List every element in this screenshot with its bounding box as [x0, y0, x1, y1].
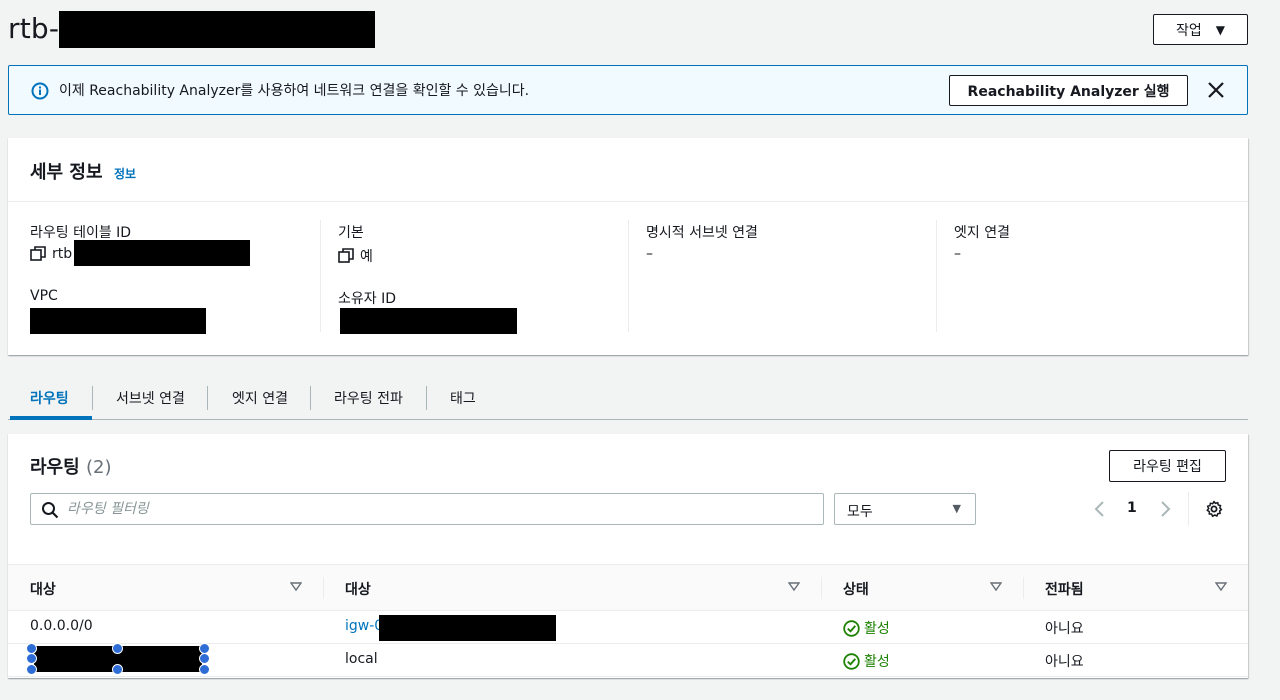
active-tab-indicator — [10, 416, 92, 420]
edit-routes-button[interactable]: 라우팅 편집 — [1109, 450, 1226, 482]
tab-tags[interactable]: 태그 — [450, 388, 476, 408]
column-header-status[interactable]: 상태 — [843, 579, 869, 599]
resize-handle[interactable] — [199, 664, 210, 675]
info-link[interactable]: 정보 — [114, 165, 136, 182]
sort-icon[interactable] — [990, 582, 1002, 592]
resize-handle[interactable] — [26, 653, 37, 664]
sort-icon[interactable] — [290, 582, 302, 592]
vpc-label: VPC — [30, 288, 58, 304]
route-status: 활성 — [843, 618, 890, 638]
tab-routes[interactable]: 라우팅 — [30, 388, 69, 408]
route-target-link[interactable]: igw-0 — [345, 618, 383, 634]
pager-divider — [1188, 492, 1189, 526]
main-value: 예 — [338, 246, 373, 266]
close-icon[interactable] — [1205, 79, 1227, 101]
actions-dropdown-button[interactable]: 작업 ▼ — [1153, 14, 1248, 45]
search-box — [30, 493, 824, 525]
redacted-vpc-link[interactable] — [30, 308, 206, 334]
column-header-propagated[interactable]: 전파됨 — [1045, 579, 1084, 599]
chevron-right-icon[interactable] — [1158, 499, 1172, 519]
main-value-text: 예 — [360, 249, 373, 265]
column-divider — [628, 220, 629, 332]
copy-icon[interactable] — [30, 246, 46, 262]
routes-panel: 라우팅 (2) 라우팅 편집 모두 ▼ 1 대상 대상 상태 전파됨 — [8, 434, 1248, 678]
page-title: rtb- — [8, 12, 60, 45]
caret-down-icon: ▼ — [1215, 22, 1225, 37]
details-title: 세부 정보 — [30, 162, 103, 183]
route-destination: 0.0.0.0/0 — [30, 618, 93, 634]
routes-count: (2) — [85, 457, 112, 478]
table-row[interactable]: local 활성 아니요 — [8, 643, 1248, 677]
column-divider[interactable] — [323, 577, 324, 599]
resize-handle[interactable] — [112, 643, 123, 654]
tab-bar: 라우팅 서브넷 연결 엣지 연결 라우팅 전파 태그 — [8, 378, 1248, 420]
run-reachability-analyzer-button[interactable]: Reachability Analyzer 실행 — [949, 75, 1188, 106]
filter-select-value: 모두 — [847, 504, 873, 520]
panel-divider — [8, 201, 1248, 202]
filter-select[interactable]: 모두 ▼ — [834, 493, 976, 525]
route-propagated: 아니요 — [1045, 654, 1084, 670]
search-input[interactable] — [67, 494, 807, 524]
tab-divider — [426, 386, 427, 410]
tab-route-propagation[interactable]: 라우팅 전파 — [334, 388, 403, 408]
column-divider[interactable] — [1023, 577, 1024, 599]
resize-handle[interactable] — [199, 653, 210, 664]
routes-title: 라우팅 (2) — [30, 453, 111, 479]
main-label: 기본 — [338, 225, 364, 241]
routes-table-header: 대상 대상 상태 전파됨 — [8, 564, 1248, 611]
column-divider — [936, 220, 937, 332]
info-icon — [31, 82, 49, 100]
route-status: 활성 — [843, 651, 890, 671]
check-circle-icon — [843, 619, 860, 637]
owner-id-label: 소유자 ID — [338, 291, 396, 307]
page-number[interactable]: 1 — [1127, 500, 1137, 516]
routes-title-text: 라우팅 — [30, 457, 80, 478]
resize-handle[interactable] — [112, 664, 123, 675]
column-divider[interactable] — [821, 577, 822, 599]
search-icon — [42, 502, 59, 519]
route-status-text: 활성 — [864, 654, 890, 670]
caret-down-icon: ▼ — [952, 502, 961, 515]
edge-association-label: 엣지 연결 — [954, 225, 1010, 241]
column-divider — [320, 220, 321, 332]
route-propagated: 아니요 — [1045, 621, 1084, 637]
details-panel: 세부 정보 정보 라우팅 테이블 ID rtb VPC 기본 예 소유자 ID … — [8, 138, 1248, 355]
explicit-subnet-label: 명시적 서브넷 연결 — [646, 225, 758, 241]
chevron-left-icon[interactable] — [1093, 499, 1107, 519]
edge-association-value: – — [954, 246, 961, 262]
tab-edge-associations[interactable]: 엣지 연결 — [232, 388, 288, 408]
actions-label: 작업 — [1176, 22, 1202, 39]
redacted-target — [379, 615, 556, 641]
sort-icon[interactable] — [788, 582, 800, 592]
sort-icon[interactable] — [1215, 582, 1227, 592]
redacted-value — [74, 240, 250, 266]
explicit-subnet-value: – — [646, 246, 653, 262]
gear-icon[interactable] — [1205, 500, 1223, 518]
tab-divider — [310, 386, 311, 410]
resize-handle[interactable] — [26, 664, 37, 675]
column-header-target[interactable]: 대상 — [345, 579, 371, 599]
route-table-id-text: rtb — [52, 246, 73, 262]
check-circle-icon — [843, 652, 860, 670]
route-table-id-value: rtb — [30, 246, 72, 262]
route-status-text: 활성 — [864, 621, 890, 637]
column-header-destination[interactable]: 대상 — [30, 579, 56, 599]
table-row[interactable]: 0.0.0.0/0 igw-0 활성 아니요 — [8, 611, 1248, 644]
route-table-id-label: 라우팅 테이블 ID — [30, 225, 132, 241]
tab-divider — [207, 386, 208, 410]
copy-icon[interactable] — [338, 248, 354, 264]
tab-subnet-associations[interactable]: 서브넷 연결 — [116, 388, 185, 408]
info-flash-banner: 이제 Reachability Analyzer를 사용하여 네트워크 연결을 … — [8, 65, 1248, 115]
route-target: local — [345, 651, 378, 667]
redacted-owner-id — [340, 308, 517, 334]
redacted-route-table-id — [59, 11, 375, 48]
tab-divider — [92, 386, 93, 410]
flash-message: 이제 Reachability Analyzer를 사용하여 네트워크 연결을 … — [59, 83, 530, 99]
